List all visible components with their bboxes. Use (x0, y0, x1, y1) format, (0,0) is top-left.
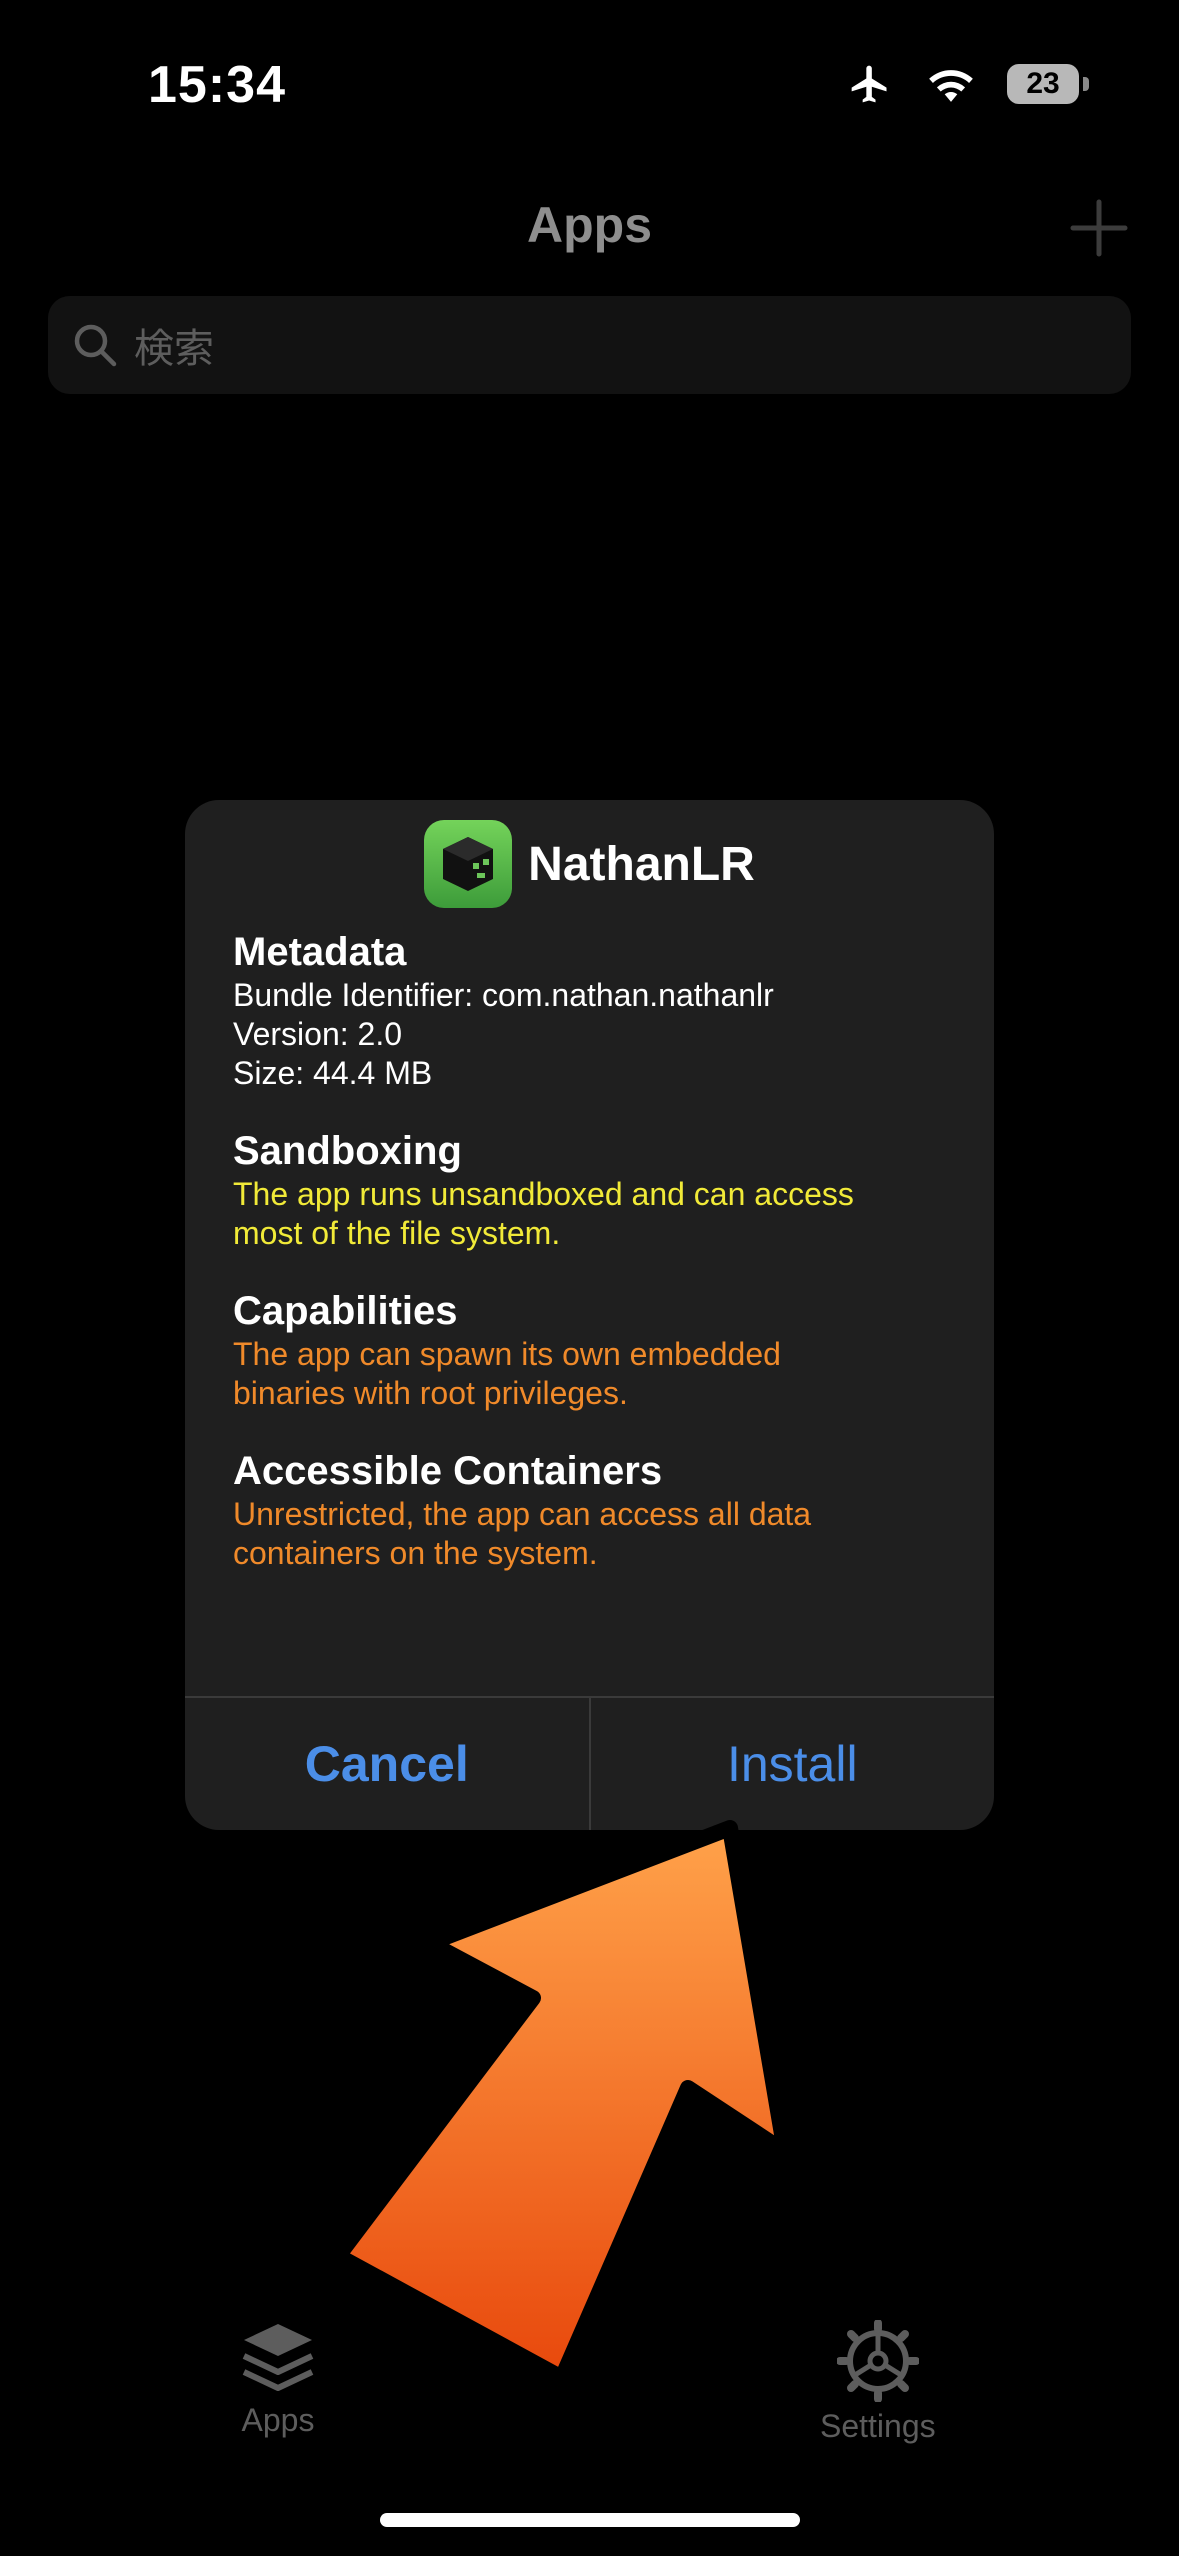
metadata-title: Metadata (233, 930, 407, 974)
home-indicator[interactable] (380, 2513, 800, 2527)
dialog-header: NathanLR (185, 820, 994, 908)
capabilities-line-1: The app can spawn its own embedded (233, 1336, 781, 1372)
sandboxing-line-1: The app runs unsandboxed and can access (233, 1176, 854, 1212)
bundle-identifier: Bundle Identifier: com.nathan.nathanlr (233, 977, 774, 1013)
size-text: Size: 44.4 MB (233, 1055, 433, 1091)
layers-icon (242, 2324, 314, 2391)
arrow-annotation-icon (330, 1820, 793, 2386)
status-icons: 23 (845, 62, 1089, 106)
status-time: 15:34 (148, 56, 286, 114)
app-name: NathanLR (528, 837, 755, 891)
battery-level: 23 (1026, 67, 1060, 100)
version-text: Version: 2.0 (233, 1016, 402, 1052)
containers-section: Accessible Containers Unrestricted, the … (233, 1447, 953, 1573)
tab-apps-label: Apps (241, 2402, 315, 2438)
capabilities-title: Capabilities (233, 1289, 458, 1333)
tab-apps[interactable]: Apps (238, 2320, 318, 2439)
tab-settings[interactable]: Settings (820, 2320, 936, 2445)
app-icon (424, 820, 513, 908)
battery-indicator: 23 (1007, 64, 1089, 104)
gear-icon (836, 2320, 919, 2402)
containers-line-1: Unrestricted, the app can access all dat… (233, 1496, 812, 1532)
airplane-icon (851, 65, 887, 103)
dialog-content: Metadata Bundle Identifier: com.nathan.n… (233, 928, 953, 1607)
sandboxing-line-2: most of the file system. (233, 1215, 561, 1251)
search-icon (74, 324, 117, 367)
search-bar[interactable]: 検索 (48, 296, 1131, 394)
install-dialog: NathanLR Metadata Bundle Identifier: com… (185, 800, 994, 1830)
containers-title: Accessible Containers (233, 1449, 663, 1493)
metadata-section: Metadata Bundle Identifier: com.nathan.n… (233, 928, 953, 1093)
sandboxing-section: Sandboxing The app runs unsandboxed and … (233, 1127, 953, 1253)
search-input[interactable]: 検索 (134, 316, 214, 374)
cube-face-icon (443, 837, 494, 891)
add-icon[interactable] (1067, 196, 1131, 260)
sandboxing-title: Sandboxing (233, 1129, 462, 1173)
page-title: Apps (527, 197, 652, 253)
containers-line-2: containers on the system. (233, 1535, 598, 1571)
wifi-icon (929, 70, 973, 102)
capabilities-section: Capabilities The app can spawn its own e… (233, 1287, 953, 1413)
capabilities-line-2: binaries with root privileges. (233, 1375, 628, 1411)
tab-settings-label: Settings (820, 2408, 936, 2444)
